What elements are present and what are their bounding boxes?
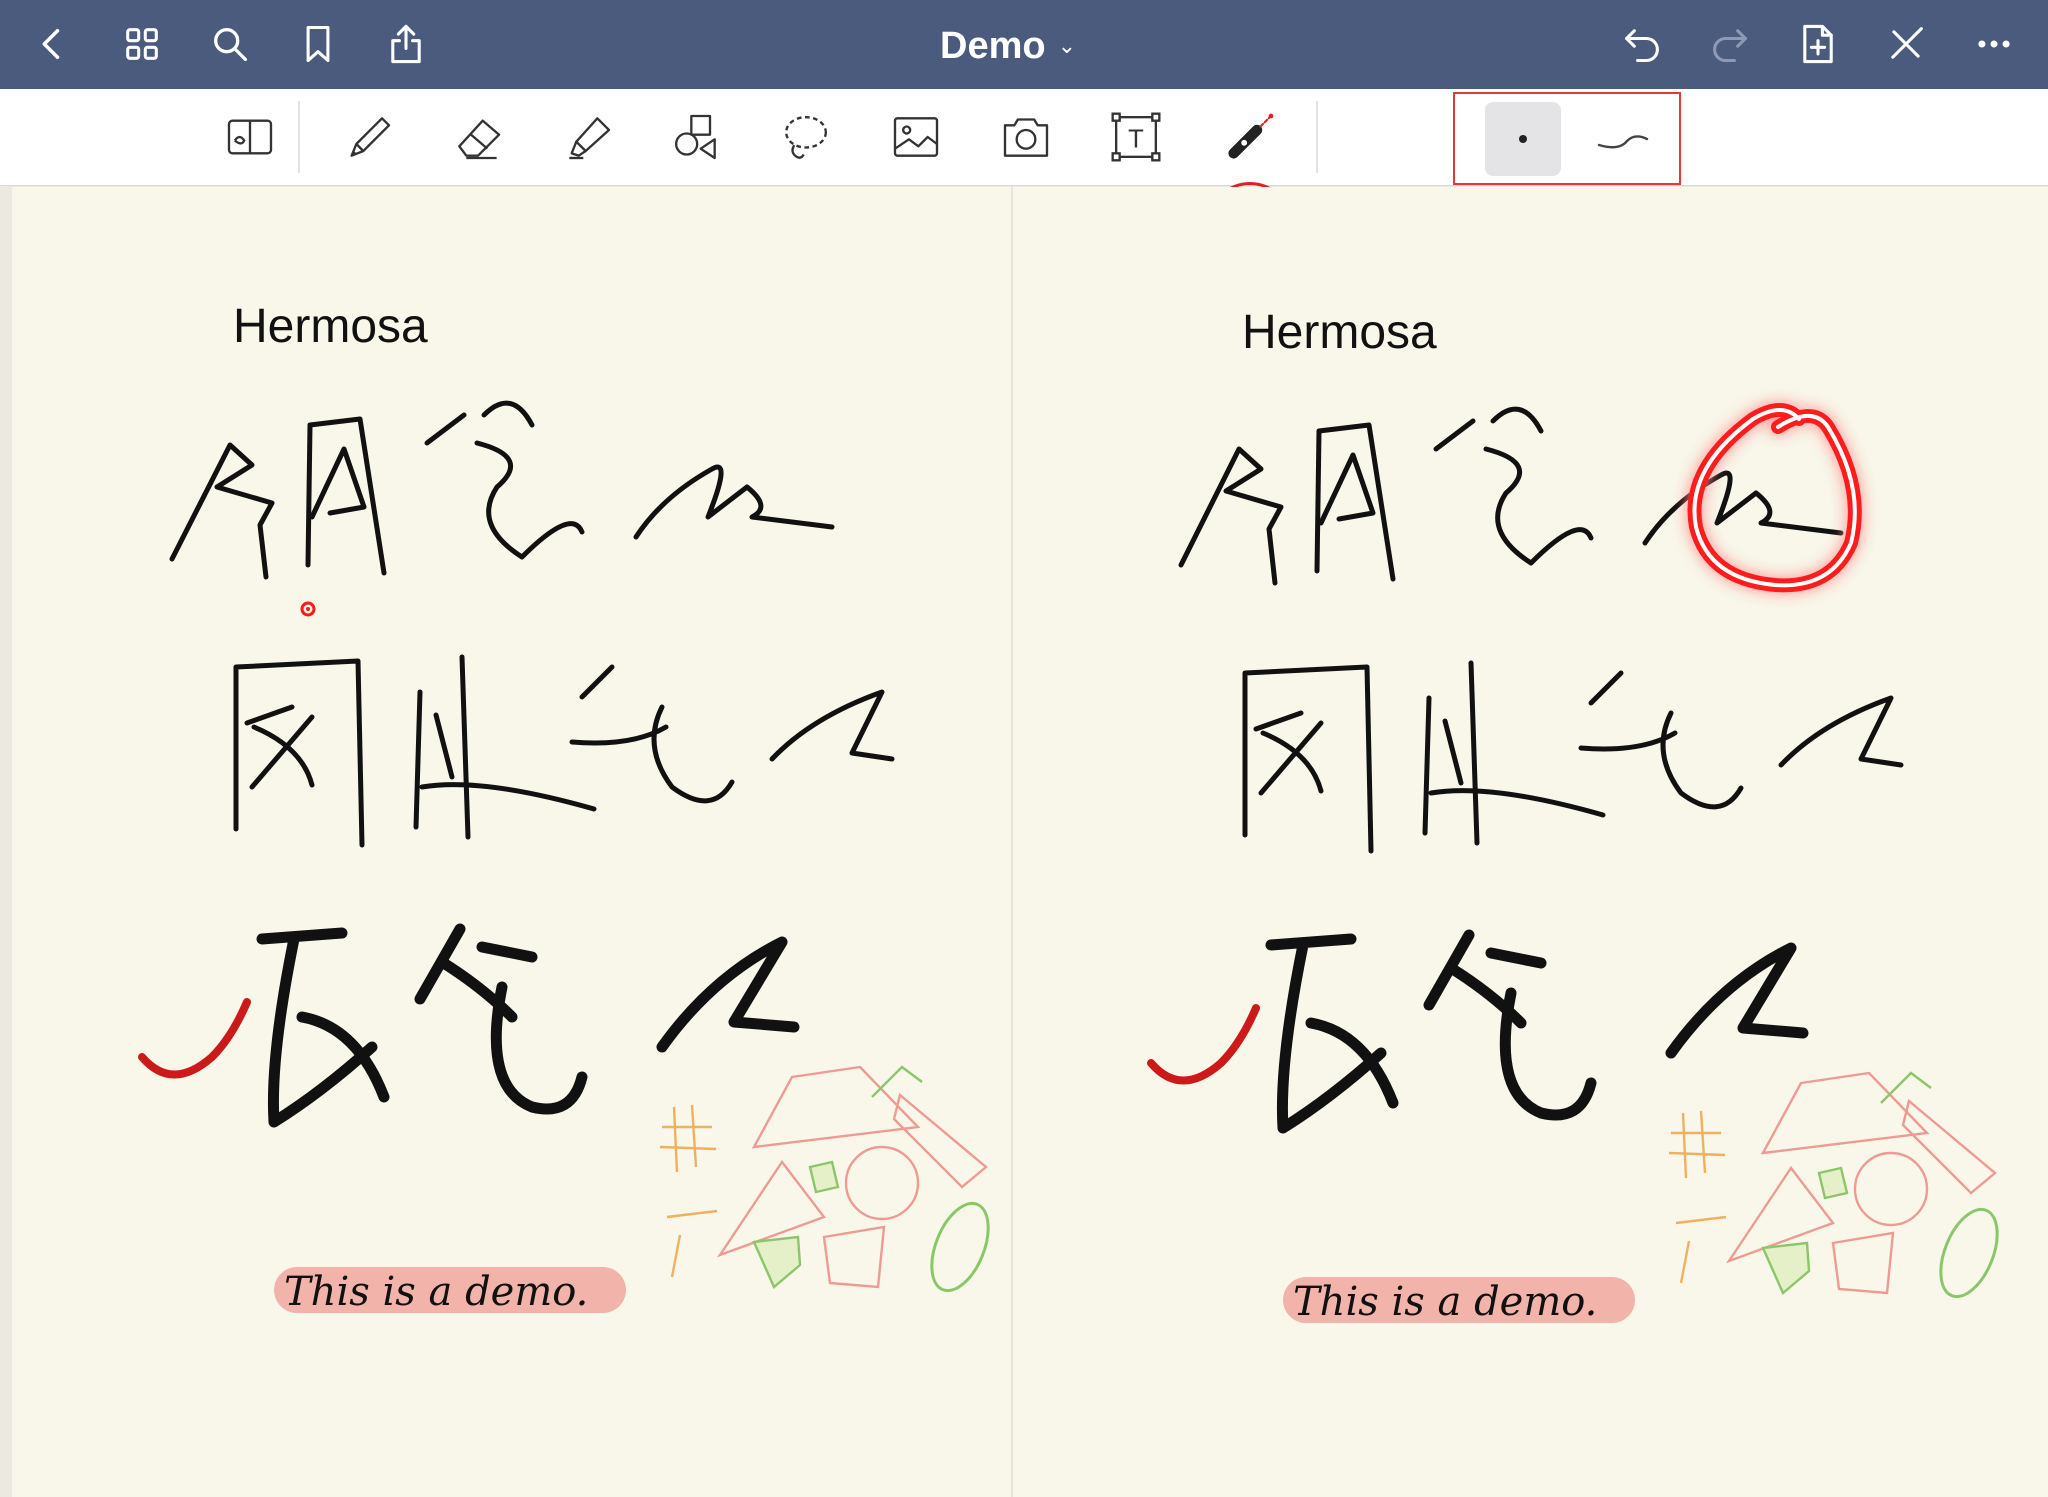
pen-icon[interactable]	[330, 99, 406, 175]
handwritten-note: This is a demo.	[1293, 1279, 1598, 1325]
back-icon[interactable]	[22, 14, 82, 74]
laser-trail-option[interactable]	[1585, 102, 1661, 176]
chevron-down-icon: ⌄	[1057, 33, 1077, 58]
lasso-icon[interactable]	[768, 99, 844, 175]
camera-icon[interactable]	[988, 99, 1064, 175]
add-page-icon[interactable]	[1788, 14, 1848, 74]
more-icon[interactable]	[1964, 14, 2024, 74]
shapes-icon[interactable]	[658, 99, 734, 175]
share-icon[interactable]	[376, 14, 436, 74]
toolbar-separator	[1316, 101, 1318, 173]
eraser-icon[interactable]	[440, 99, 516, 175]
image-icon[interactable]	[878, 99, 954, 175]
tool-bar: T	[0, 89, 2048, 270]
text-box-icon[interactable]: T	[1098, 99, 1174, 175]
laser-pointer-icon[interactable]	[1212, 99, 1288, 175]
bookmark-icon[interactable]	[288, 14, 348, 74]
search-icon[interactable]	[200, 14, 260, 74]
page-left[interactable]: Hermosa This is a demo.	[12, 187, 1011, 1497]
dot-icon	[1519, 135, 1527, 143]
highlighter-icon[interactable]	[550, 99, 626, 175]
text-box-glyph: T	[1128, 126, 1144, 154]
document-title-text: Demo	[940, 24, 1046, 67]
undo-icon[interactable]	[1612, 14, 1672, 74]
grid-icon[interactable]	[112, 14, 172, 74]
toolbar-separator	[298, 101, 300, 173]
read-mode-icon[interactable]	[212, 99, 288, 175]
handwritten-note: This is a demo.	[284, 1269, 589, 1315]
pen-off-icon[interactable]	[1876, 14, 1936, 74]
document-title[interactable]: Demo ⌄	[940, 18, 1076, 74]
trail-icon	[1597, 135, 1649, 149]
laser-options-group	[1453, 92, 1681, 185]
redo-icon[interactable]	[1700, 14, 1760, 74]
laser-dot-option[interactable]	[1485, 102, 1561, 176]
top-bar: Demo ⌄	[0, 0, 2048, 89]
page-right[interactable]: Hermosa This is a demo.	[1013, 187, 2048, 1497]
